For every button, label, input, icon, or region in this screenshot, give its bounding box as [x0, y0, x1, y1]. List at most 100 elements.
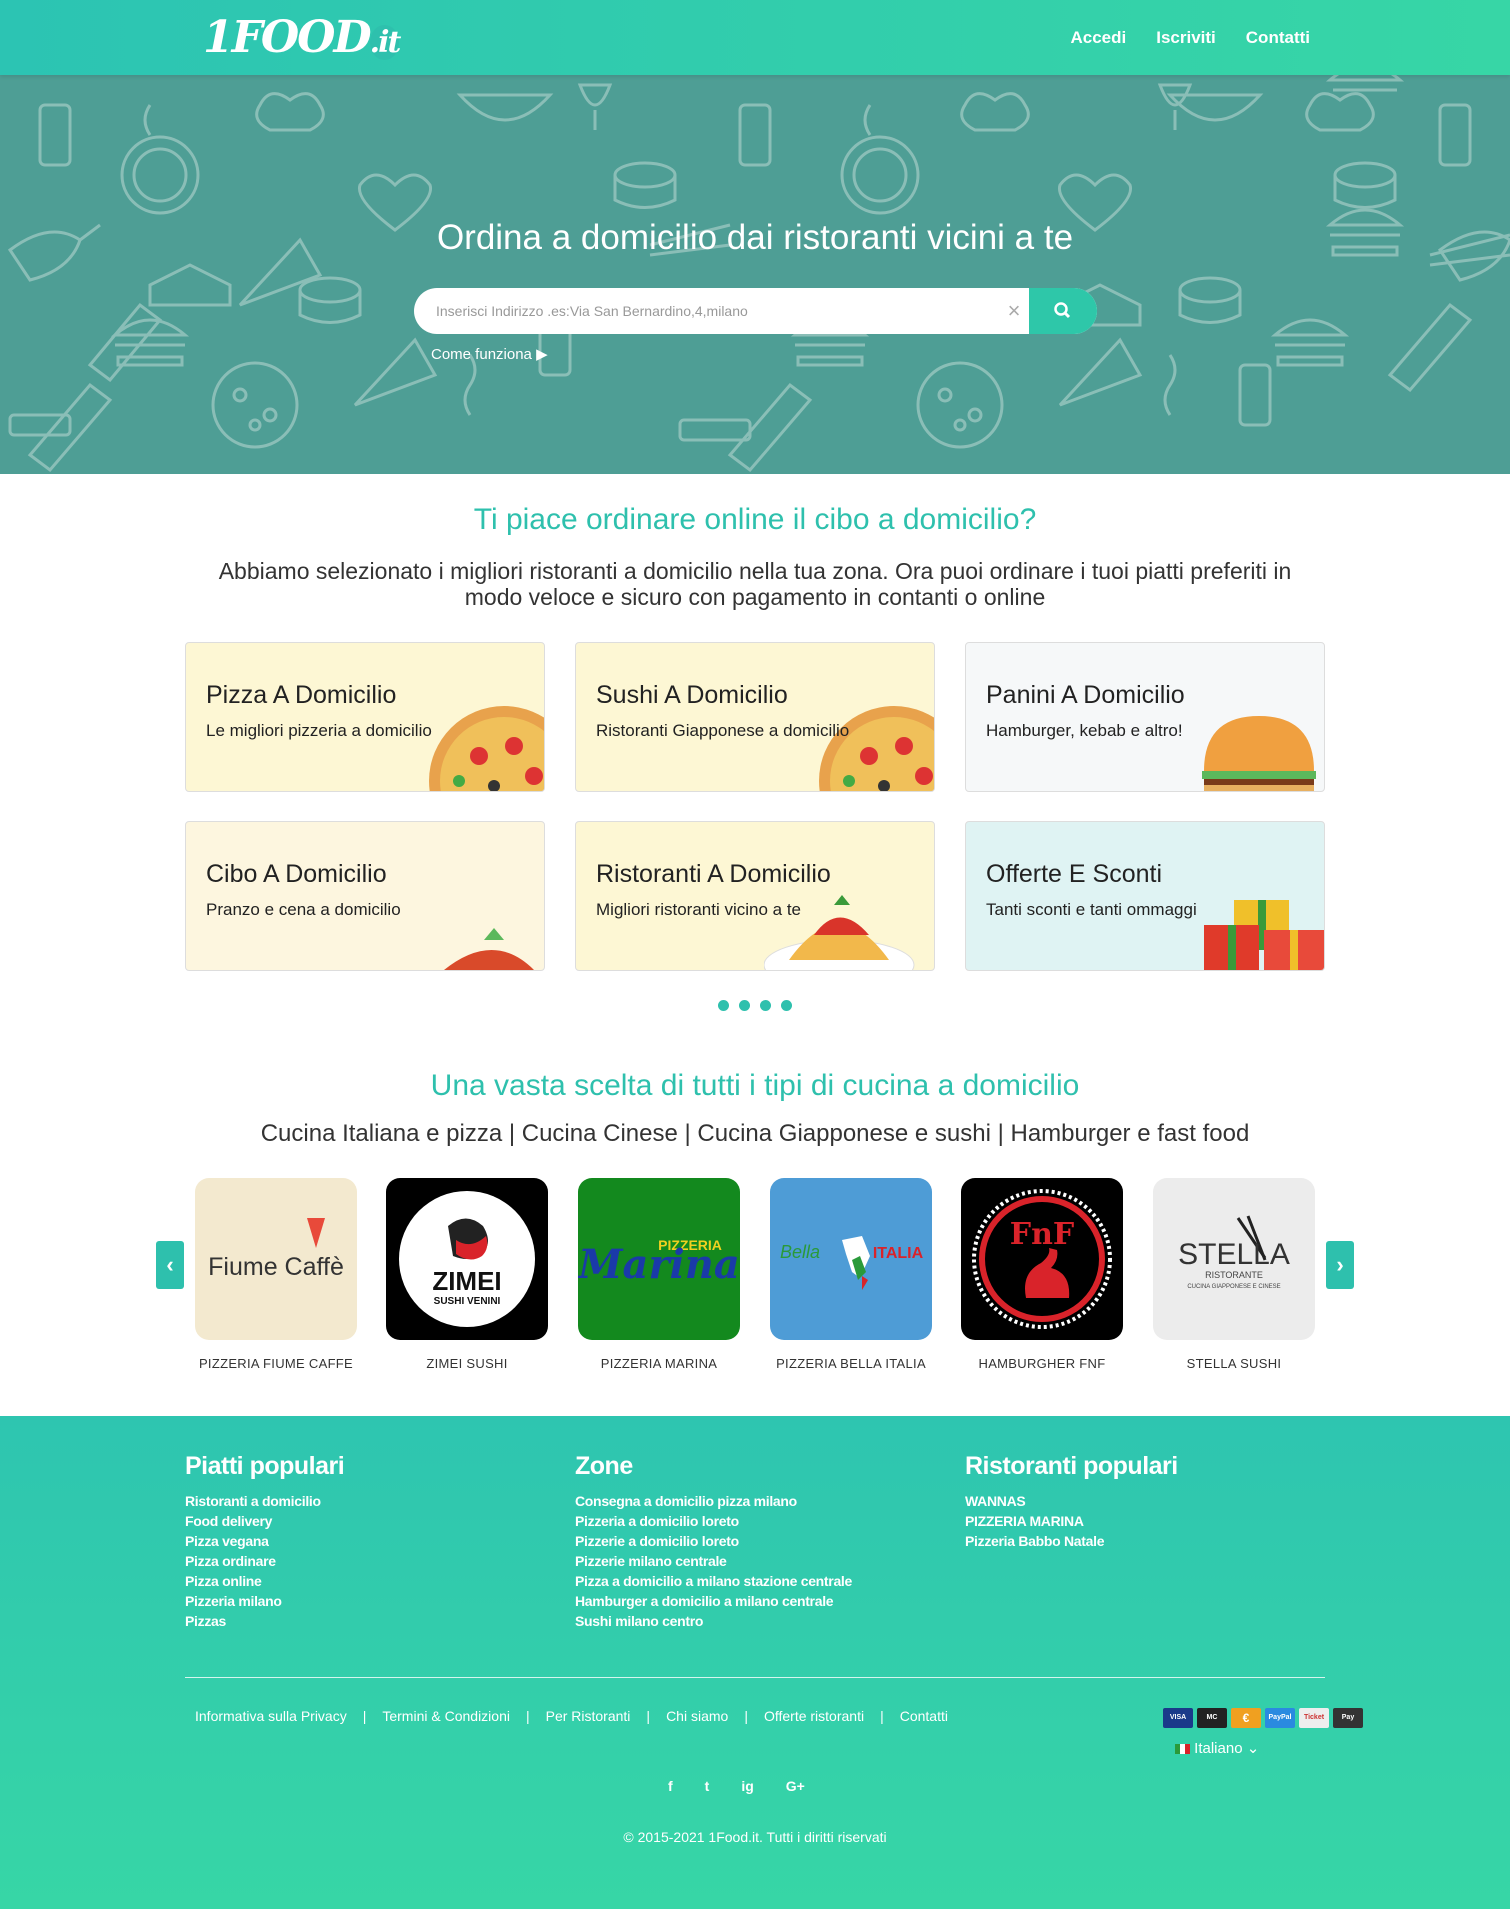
footer-link[interactable]: PIZZERIA MARINA	[965, 1511, 1178, 1531]
card-title: Panini A Domicilio	[986, 681, 1185, 709]
footer-link[interactable]: Food delivery	[185, 1511, 344, 1531]
language-selector[interactable]: Italiano ⌄	[1175, 1739, 1259, 1757]
footer-link[interactable]: Sushi milano centro	[575, 1611, 852, 1631]
card-title: Sushi A Domicilio	[596, 681, 788, 709]
footer-col-title: Ristoranti populari	[965, 1452, 1178, 1480]
restaurant-item[interactable]: FnF HAMBURGHER FNF	[961, 1178, 1123, 1371]
social-links: f t ig G+	[668, 1778, 805, 1794]
restaurant-offers-link[interactable]: Offerte ristoranti	[764, 1708, 864, 1724]
copyright: © 2015-2021 1Food.it. Tutti i diritti ri…	[623, 1829, 887, 1845]
svg-text:ITALIA: ITALIA	[873, 1245, 924, 1262]
ticket-icon: Ticket	[1299, 1708, 1329, 1728]
card-title: Offerte E Sconti	[986, 860, 1163, 888]
gift-icon	[1204, 900, 1324, 970]
payment-methods: VISA MC € PayPal Ticket Pay	[1163, 1708, 1363, 1728]
footer-link[interactable]: Pizza online	[185, 1571, 344, 1591]
restaurant-name: PIZZERIA MARINA	[600, 1356, 718, 1371]
intro-text: Abbiamo selezionato i migliori ristorant…	[218, 558, 1292, 610]
restaurant-name: ZIMEI SUSHI	[426, 1356, 508, 1371]
footer-link[interactable]: Pizzas	[185, 1611, 344, 1631]
carousel-dot[interactable]	[760, 1000, 771, 1011]
footer-link[interactable]: Pizza ordinare	[185, 1551, 344, 1571]
footer-link[interactable]: Pizzeria Babbo Natale	[965, 1531, 1178, 1551]
svg-text:FnF: FnF	[1010, 1217, 1074, 1252]
paypal-icon: PayPal	[1265, 1708, 1295, 1728]
carousel-dot[interactable]	[718, 1000, 729, 1011]
chevron-down-icon: ⌄	[1246, 1740, 1260, 1757]
instagram-icon[interactable]: ig	[741, 1778, 753, 1794]
restaurant-logo: PIZZERIA Marina	[578, 1178, 740, 1340]
restaurant-logo: Bella ITALIA	[770, 1178, 932, 1340]
svg-text:Bella: Bella	[780, 1242, 820, 1262]
address-search-input[interactable]	[414, 288, 999, 334]
category-card-offerte[interactable]: Offerte E Sconti Tanti sconti e tanti om…	[965, 821, 1325, 971]
svg-text:STELLA: STELLA	[1178, 1238, 1290, 1271]
login-link[interactable]: Accedi	[1070, 28, 1126, 48]
for-restaurants-link[interactable]: Per Ristoranti	[546, 1708, 631, 1724]
footer-popular-dishes: Piatti populari Ristoranti a domicilio F…	[185, 1452, 345, 1631]
restaurant-logo: FnF	[961, 1178, 1123, 1340]
footer-divider	[185, 1677, 1325, 1678]
hero-banner: Ordina a domicilio dai ristoranti vicini…	[0, 75, 1510, 474]
carousel-dot[interactable]	[739, 1000, 750, 1011]
intro-title: Ti piace ordinare online il cibo a domic…	[473, 503, 1037, 536]
footer-link[interactable]: WANNAS	[965, 1491, 1178, 1511]
restaurant-name: STELLA SUSHI	[1186, 1356, 1282, 1371]
legal-links: Informativa sulla Privacy | Termini & Con…	[195, 1708, 948, 1724]
footer-contacts-link[interactable]: Contatti	[900, 1708, 948, 1724]
footer-link[interactable]: Pizza a domicilio a milano stazione cent…	[575, 1571, 852, 1591]
search-button[interactable]	[1029, 288, 1097, 334]
carousel-next-button[interactable]: ›	[1326, 1241, 1354, 1289]
clear-icon[interactable]: ×	[999, 288, 1029, 334]
privacy-link[interactable]: Informativa sulla Privacy	[195, 1708, 347, 1724]
restaurant-item[interactable]: Bella ITALIA PIZZERIA BELLA ITALIA	[770, 1178, 932, 1371]
restaurant-item[interactable]: STELLA RISTORANTE CUCINA GIAPPONESE E CI…	[1153, 1178, 1315, 1371]
footer-link[interactable]: Pizza vegana	[185, 1531, 344, 1551]
footer-link[interactable]: Pizzeria a domicilio loreto	[575, 1511, 852, 1531]
svg-text:RISTORANTE: RISTORANTE	[1205, 1270, 1263, 1280]
facebook-icon[interactable]: f	[668, 1778, 673, 1794]
category-card-sushi[interactable]: Sushi A Domicilio Ristoranti Giapponese …	[575, 642, 935, 792]
card-subtitle: Ristoranti Giapponese a domicilio	[596, 721, 850, 740]
terms-link[interactable]: Termini & Condizioni	[382, 1708, 510, 1724]
top-navbar: 1FOOD.it Accedi Iscriviti Contatti	[0, 0, 1510, 75]
how-it-works-link[interactable]: Come funziona ▶	[431, 345, 548, 363]
svg-text:CUCINA GIAPPONESE E CINESE: CUCINA GIAPPONESE E CINESE	[1187, 1284, 1280, 1290]
card-subtitle: Migliori ristoranti vicino a te	[596, 900, 802, 919]
restaurant-logo: Fiume Caffè	[195, 1178, 357, 1340]
svg-text:Fiume Caffè: Fiume Caffè	[208, 1253, 344, 1281]
restaurant-item[interactable]: PIZZERIA Marina PIZZERIA MARINA	[578, 1178, 740, 1371]
contacts-link[interactable]: Contatti	[1246, 28, 1310, 48]
footer-zones: Zone Consegna a domicilio pizza milano P…	[575, 1452, 852, 1631]
category-card-pizza[interactable]: Pizza A Domicilio Le migliori pizzeria a…	[185, 642, 545, 792]
google-plus-icon[interactable]: G+	[786, 1778, 805, 1794]
category-card-cibo[interactable]: Cibo A Domicilio Pranzo e cena a domicil…	[185, 821, 545, 971]
food-illustration	[444, 928, 534, 970]
twitter-icon[interactable]: t	[705, 1778, 710, 1794]
svg-text:Marina: Marina	[578, 1241, 740, 1288]
nav-links: Accedi Iscriviti Contatti	[1070, 0, 1310, 75]
cuisine-title: Una vasta scelta di tutti i tipi di cuci…	[430, 1069, 1080, 1102]
footer-link[interactable]: Ristoranti a domicilio	[185, 1491, 344, 1511]
footer-link[interactable]: Pizzerie a domicilio loreto	[575, 1531, 852, 1551]
footer-link[interactable]: Pizzeria milano	[185, 1591, 344, 1611]
restaurant-item[interactable]: ZIMEI SUSHI VENINI ZIMEI SUSHI	[386, 1178, 548, 1371]
about-link[interactable]: Chi siamo	[666, 1708, 728, 1724]
chevron-left-icon: ‹	[166, 1252, 174, 1277]
carousel-prev-button[interactable]: ‹	[156, 1241, 184, 1289]
restaurant-item[interactable]: Fiume Caffè PIZZERIA FIUME CAFFE	[195, 1178, 357, 1371]
category-card-ristoranti[interactable]: Ristoranti A Domicilio Migliori ristoran…	[575, 821, 935, 971]
category-card-panini[interactable]: Panini A Domicilio Hamburger, kebab e al…	[965, 642, 1325, 792]
signup-link[interactable]: Iscriviti	[1156, 28, 1216, 48]
apple-pay-icon: Pay	[1333, 1708, 1363, 1728]
footer-col-title: Zone	[575, 1452, 633, 1480]
footer-link[interactable]: Hamburger a domicilio a milano centrale	[575, 1591, 852, 1611]
restaurant-logo: ZIMEI SUSHI VENINI	[386, 1178, 548, 1340]
site-logo[interactable]: 1FOOD.it	[203, 14, 401, 67]
footer-link[interactable]: Consegna a domicilio pizza milano	[575, 1491, 852, 1511]
restaurant-logo: STELLA RISTORANTE CUCINA GIAPPONESE E CI…	[1153, 1178, 1315, 1340]
carousel-dot[interactable]	[781, 1000, 792, 1011]
search-icon	[1054, 302, 1071, 319]
visa-icon: VISA	[1163, 1708, 1193, 1728]
footer-link[interactable]: Pizzerie milano centrale	[575, 1551, 852, 1571]
